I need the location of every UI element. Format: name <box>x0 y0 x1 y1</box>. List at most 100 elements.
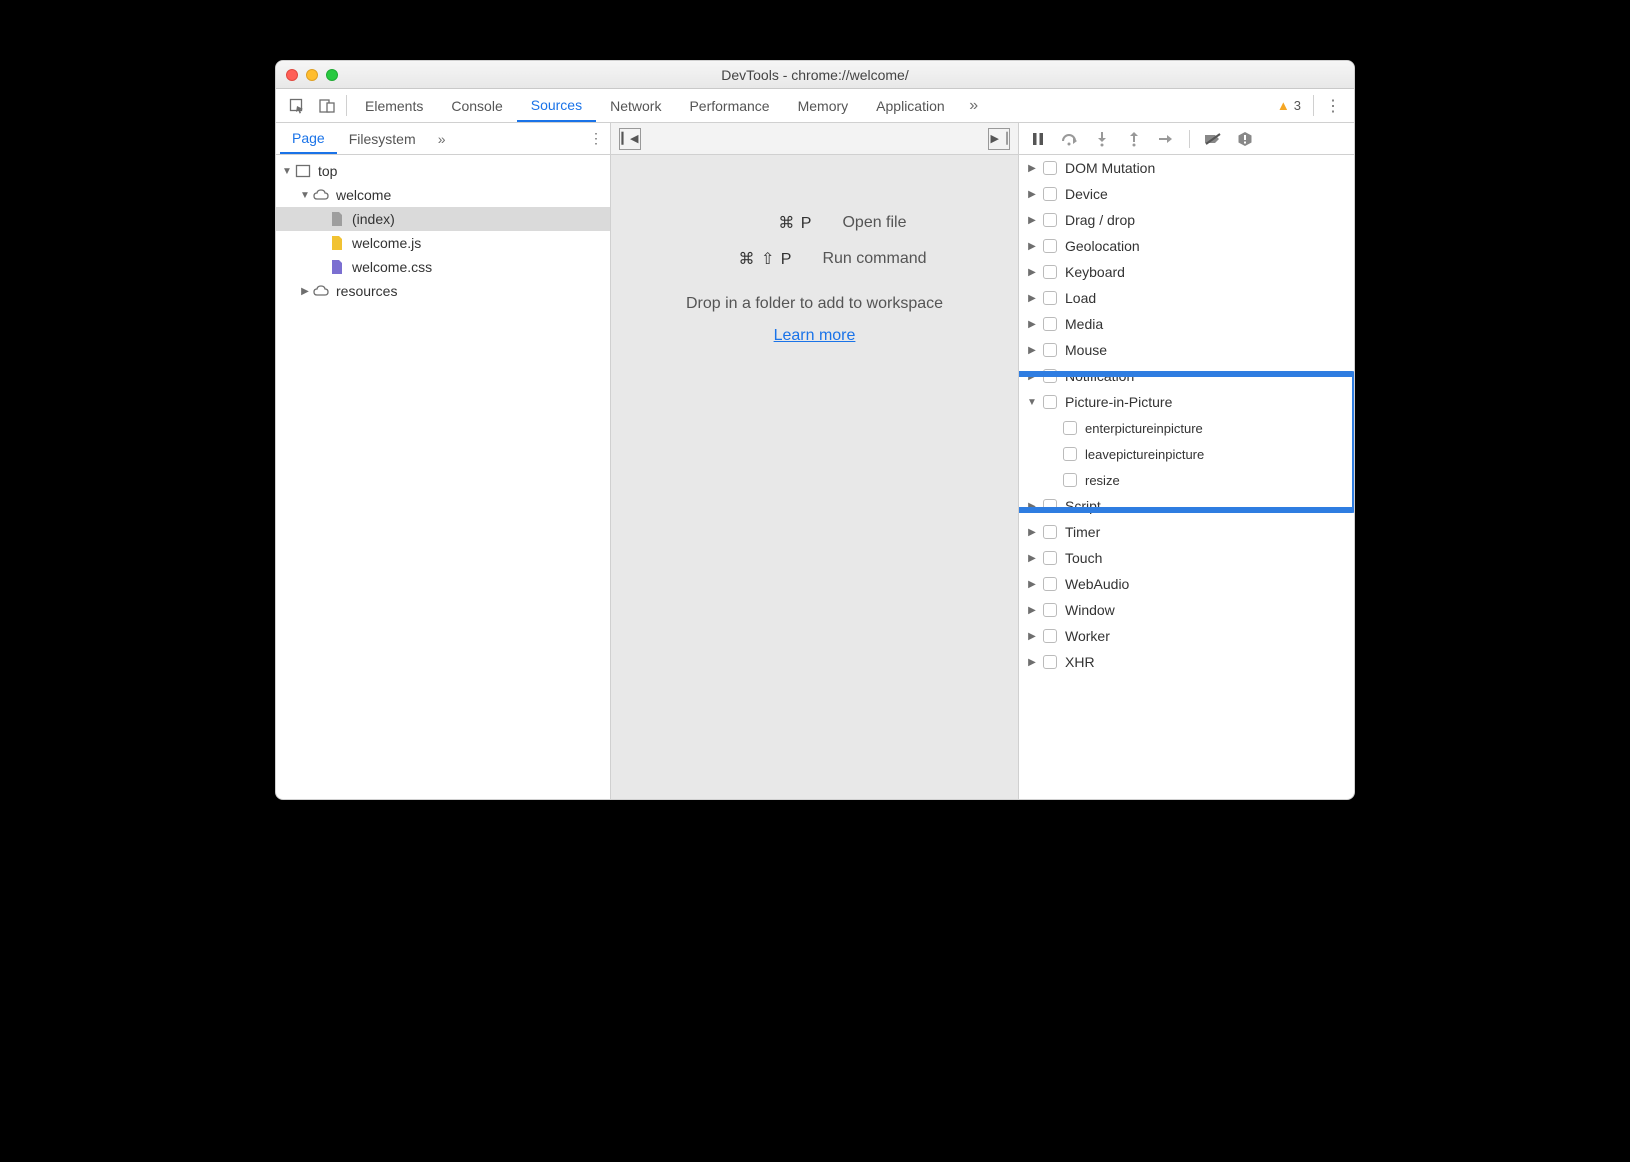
show-debugger-icon[interactable]: ▶▕ <box>988 128 1010 150</box>
breakpoint-category[interactable]: ▶Timer <box>1019 519 1354 545</box>
navigator-tabs: Page Filesystem » ⋮ <box>276 123 610 155</box>
debugger-toolbar <box>1019 123 1354 155</box>
checkbox[interactable] <box>1043 317 1057 331</box>
titlebar: DevTools - chrome://welcome/ <box>276 61 1354 89</box>
tree-file-js[interactable]: welcome.js <box>276 231 610 255</box>
tree-file-label: (index) <box>352 211 395 227</box>
show-navigator-icon[interactable]: ▎◀ <box>619 128 641 150</box>
tree-file-index[interactable]: (index) <box>276 207 610 231</box>
step-icon[interactable] <box>1155 128 1177 150</box>
breakpoint-category[interactable]: ▼Picture-in-Picture <box>1019 389 1354 415</box>
breakpoint-category-label: Window <box>1065 602 1115 618</box>
breakpoint-category[interactable]: ▶WebAudio <box>1019 571 1354 597</box>
breakpoint-event[interactable]: enterpictureinpicture <box>1019 415 1354 441</box>
tab-elements[interactable]: Elements <box>351 89 437 122</box>
breakpoint-category[interactable]: ▶Keyboard <box>1019 259 1354 285</box>
tree-node-resources[interactable]: ▶ resources <box>276 279 610 303</box>
checkbox[interactable] <box>1043 161 1057 175</box>
tab-performance[interactable]: Performance <box>675 89 783 122</box>
warnings-indicator[interactable]: ▲ 3 <box>1269 89 1309 122</box>
navigator-menu-icon[interactable]: ⋮ <box>582 123 610 154</box>
device-toolbar-icon[interactable] <box>312 89 342 122</box>
subtabs-overflow-icon[interactable]: » <box>428 123 456 154</box>
file-tree: ▼ top ▼ welcome (index) welcome.js <box>276 155 610 799</box>
breakpoint-category[interactable]: ▶Touch <box>1019 545 1354 571</box>
tree-node-top[interactable]: ▼ top <box>276 159 610 183</box>
breakpoint-category-label: Drag / drop <box>1065 212 1135 228</box>
step-over-icon[interactable] <box>1059 128 1081 150</box>
css-file-icon <box>328 258 346 276</box>
breakpoint-category[interactable]: ▶Worker <box>1019 623 1354 649</box>
tree-file-css[interactable]: welcome.css <box>276 255 610 279</box>
breakpoint-category[interactable]: ▶Load <box>1019 285 1354 311</box>
chevron-down-icon: ▼ <box>1025 397 1039 408</box>
checkbox[interactable] <box>1043 629 1057 643</box>
breakpoint-category-label: Script <box>1065 498 1101 514</box>
checkbox[interactable] <box>1043 395 1057 409</box>
breakpoint-category[interactable]: ▶Mouse <box>1019 337 1354 363</box>
breakpoint-category-label: Worker <box>1065 628 1110 644</box>
checkbox[interactable] <box>1043 265 1057 279</box>
hint-run-command: ⌘ ⇧ P Run command <box>702 249 926 269</box>
editor-pane: ▎◀ ▶▕ ⌘ P Open file ⌘ ⇧ P Run command Dr… <box>611 123 1019 799</box>
cloud-icon <box>312 186 330 204</box>
tab-network[interactable]: Network <box>596 89 675 122</box>
breakpoint-category[interactable]: ▶Notification <box>1019 363 1354 389</box>
breakpoint-category-label: DOM Mutation <box>1065 160 1155 176</box>
breakpoint-category-label: Timer <box>1065 524 1100 540</box>
breakpoint-category[interactable]: ▶Device <box>1019 181 1354 207</box>
inspect-element-icon[interactable] <box>282 89 312 122</box>
step-out-icon[interactable] <box>1123 128 1145 150</box>
checkbox[interactable] <box>1063 421 1077 435</box>
learn-more-link[interactable]: Learn more <box>774 327 856 345</box>
chevron-right-icon: ▶ <box>1025 605 1039 616</box>
checkbox[interactable] <box>1063 447 1077 461</box>
chevron-right-icon: ▶ <box>1025 657 1039 668</box>
checkbox[interactable] <box>1043 655 1057 669</box>
breakpoint-category-label: Media <box>1065 316 1103 332</box>
breakpoint-category[interactable]: ▶Geolocation <box>1019 233 1354 259</box>
checkbox[interactable] <box>1043 239 1057 253</box>
checkbox[interactable] <box>1063 473 1077 487</box>
chevron-right-icon: ▶ <box>1025 501 1039 512</box>
checkbox[interactable] <box>1043 603 1057 617</box>
subtab-page[interactable]: Page <box>280 123 337 154</box>
deactivate-breakpoints-icon[interactable] <box>1202 128 1224 150</box>
chevron-right-icon: ▶ <box>1025 319 1039 330</box>
checkbox[interactable] <box>1043 343 1057 357</box>
tab-memory[interactable]: Memory <box>784 89 863 122</box>
tree-file-label: welcome.css <box>352 259 432 275</box>
checkbox[interactable] <box>1043 187 1057 201</box>
breakpoint-category[interactable]: ▶ Media <box>1019 311 1354 337</box>
breakpoint-category[interactable]: ▶DOM Mutation <box>1019 155 1354 181</box>
breakpoint-category-label: Geolocation <box>1065 238 1140 254</box>
editor-empty-state: ⌘ P Open file ⌘ ⇧ P Run command Drop in … <box>611 155 1018 799</box>
subtab-filesystem[interactable]: Filesystem <box>337 123 428 154</box>
kebab-menu-icon[interactable]: ⋮ <box>1318 89 1348 122</box>
breakpoint-event[interactable]: resize <box>1019 467 1354 493</box>
tab-sources[interactable]: Sources <box>517 89 596 122</box>
tab-console[interactable]: Console <box>437 89 516 122</box>
checkbox[interactable] <box>1043 551 1057 565</box>
checkbox[interactable] <box>1043 577 1057 591</box>
step-into-icon[interactable] <box>1091 128 1113 150</box>
breakpoint-category[interactable]: ▶Drag / drop <box>1019 207 1354 233</box>
breakpoint-event[interactable]: leavepictureinpicture <box>1019 441 1354 467</box>
checkbox[interactable] <box>1043 525 1057 539</box>
breakpoint-category[interactable]: ▶ Script <box>1019 493 1354 519</box>
checkbox[interactable] <box>1043 369 1057 383</box>
document-icon <box>328 210 346 228</box>
chevron-down-icon: ▼ <box>298 190 312 201</box>
breakpoint-category-label: Touch <box>1065 550 1102 566</box>
breakpoint-category[interactable]: ▶ Window <box>1019 597 1354 623</box>
checkbox[interactable] <box>1043 213 1057 227</box>
warning-icon: ▲ <box>1277 98 1290 113</box>
tab-application[interactable]: Application <box>862 89 959 122</box>
pause-icon[interactable] <box>1027 128 1049 150</box>
pause-on-exceptions-icon[interactable] <box>1234 128 1256 150</box>
tree-node-domain[interactable]: ▼ welcome <box>276 183 610 207</box>
tabs-overflow-icon[interactable]: » <box>959 89 989 122</box>
checkbox[interactable] <box>1043 499 1057 513</box>
breakpoint-category[interactable]: ▶XHR <box>1019 649 1354 675</box>
checkbox[interactable] <box>1043 291 1057 305</box>
